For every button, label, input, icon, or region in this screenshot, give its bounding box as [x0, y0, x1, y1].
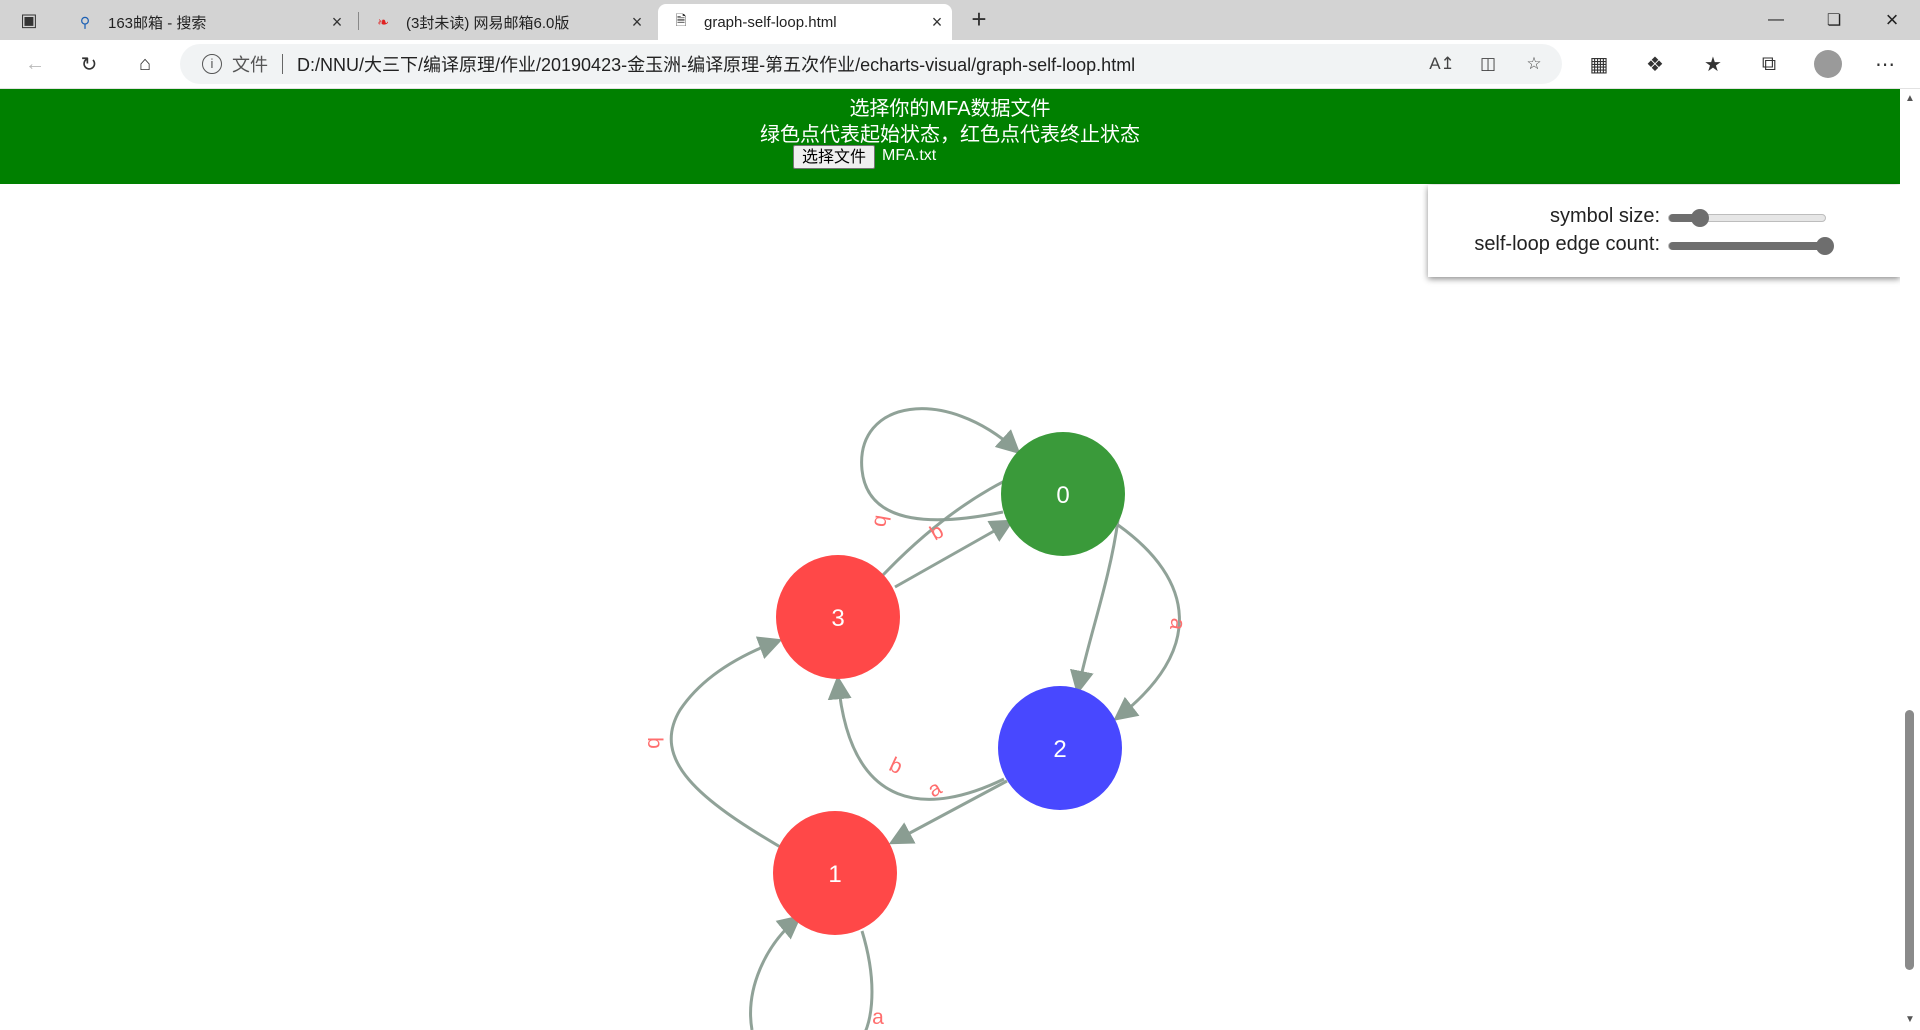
edge-3-to-0[interactable]: [894, 519, 1015, 589]
edge-0-self-loop[interactable]: [860, 407, 1021, 522]
state-node-0[interactable]: 0: [1001, 432, 1125, 556]
scrollbar-thumb[interactable]: [1905, 710, 1914, 970]
node-label: 0: [1056, 482, 1069, 509]
state-node-3[interactable]: 3: [776, 555, 900, 679]
edge-label: b: [886, 753, 906, 779]
scroll-up-icon[interactable]: ▲: [1904, 93, 1916, 104]
edge-2-to-3[interactable]: [827, 675, 1005, 801]
edge-label: b: [926, 519, 948, 545]
edge-label: b: [643, 737, 666, 749]
edge-label: a: [872, 1006, 884, 1029]
state-graph[interactable]: b a b a b a b a 0 3 2 1: [0, 0, 1900, 1030]
scroll-down-icon[interactable]: ▼: [1904, 1014, 1916, 1025]
edge-label: b: [869, 513, 894, 529]
edge-2-to-1[interactable]: [888, 779, 1008, 845]
graph-nodes: 0 3 2 1: [773, 432, 1125, 935]
node-label: 3: [831, 605, 844, 632]
state-node-2[interactable]: 2: [998, 686, 1122, 810]
edge-1-self-loop[interactable]: [749, 918, 874, 1030]
edge-1-to-3[interactable]: [669, 636, 783, 850]
state-node-1[interactable]: 1: [773, 811, 897, 935]
node-label: 2: [1053, 736, 1066, 763]
node-label: 1: [828, 861, 841, 888]
edge-label: a: [1165, 616, 1190, 632]
